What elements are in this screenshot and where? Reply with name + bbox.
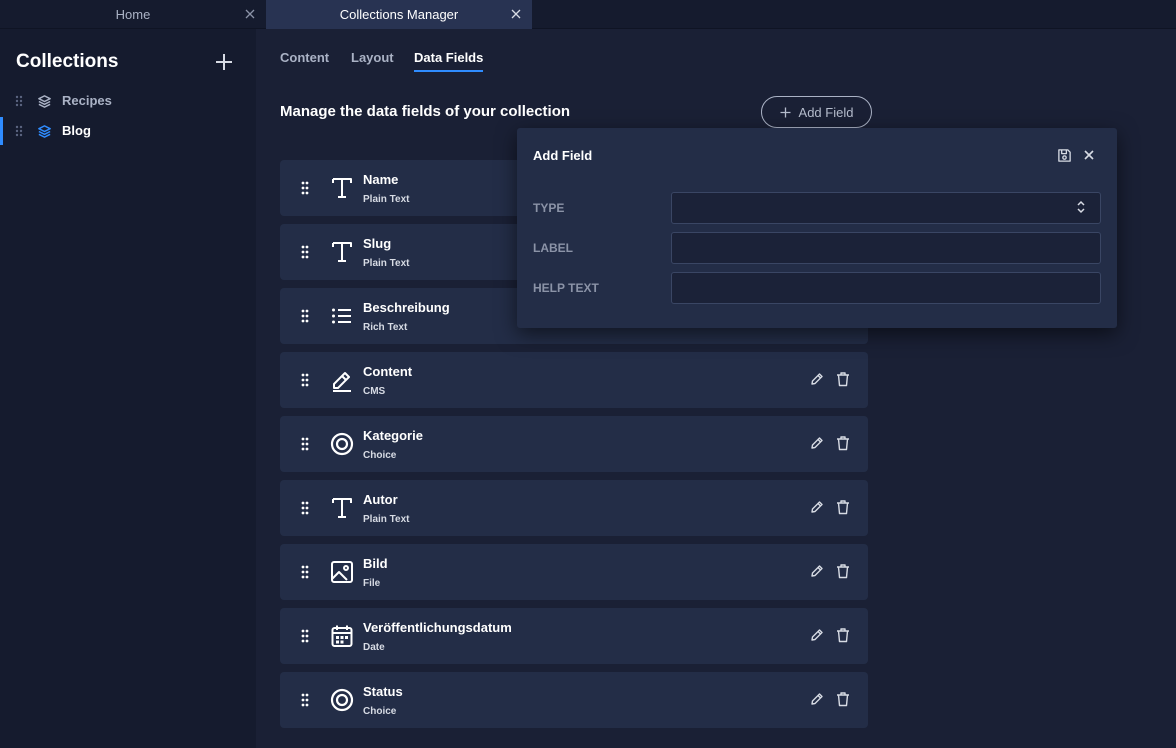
text-icon bbox=[330, 496, 354, 520]
calendar-icon bbox=[330, 624, 354, 648]
add-field-button[interactable]: Add Field bbox=[761, 96, 872, 128]
tab-data-fields[interactable]: Data Fields bbox=[414, 50, 484, 72]
sidebar: Collections Recipes Blog bbox=[0, 29, 256, 748]
drag-handle-icon[interactable] bbox=[301, 629, 309, 643]
field-row[interactable]: Veröffentlichungsdatum Date bbox=[280, 608, 868, 664]
edit-icon[interactable] bbox=[810, 692, 824, 706]
tab-layout[interactable]: Layout bbox=[351, 50, 394, 65]
edit-icon[interactable] bbox=[810, 372, 824, 386]
add-collection-icon[interactable] bbox=[214, 52, 234, 72]
trash-icon[interactable] bbox=[835, 627, 851, 643]
tab-collections-manager[interactable]: Collections Manager bbox=[266, 0, 532, 29]
edit-icon[interactable] bbox=[810, 500, 824, 514]
field-type: Plain Text bbox=[363, 514, 410, 525]
label-label: LABEL bbox=[533, 241, 573, 255]
trash-icon[interactable] bbox=[835, 371, 851, 387]
trash-icon[interactable] bbox=[835, 691, 851, 707]
layers-icon bbox=[38, 125, 51, 138]
edit-icon[interactable] bbox=[810, 564, 824, 578]
list-icon bbox=[330, 304, 354, 328]
type-select[interactable] bbox=[671, 192, 1101, 224]
pencil-icon bbox=[330, 368, 354, 392]
drag-handle-icon[interactable] bbox=[301, 693, 309, 707]
drag-handle-icon[interactable] bbox=[301, 181, 309, 195]
active-tab-underline bbox=[414, 70, 484, 72]
field-name: Status bbox=[363, 684, 403, 699]
target-icon bbox=[330, 688, 354, 712]
field-type: Plain Text bbox=[363, 194, 410, 205]
edit-icon[interactable] bbox=[810, 628, 824, 642]
text-icon bbox=[330, 176, 354, 200]
field-type: Choice bbox=[363, 450, 397, 461]
field-type: Plain Text bbox=[363, 258, 410, 269]
field-name: Autor bbox=[363, 492, 398, 507]
image-icon bbox=[330, 560, 354, 584]
edit-icon[interactable] bbox=[810, 436, 824, 450]
chevron-up-down-icon bbox=[1077, 200, 1085, 214]
field-type: CMS bbox=[363, 386, 386, 397]
drag-handle-icon[interactable] bbox=[301, 437, 309, 451]
field-row[interactable]: Kategorie Choice bbox=[280, 416, 868, 472]
field-name: Slug bbox=[363, 236, 392, 251]
sidebar-item-label: Recipes bbox=[62, 93, 112, 108]
trash-icon[interactable] bbox=[835, 499, 851, 515]
tab-content-label: Content bbox=[280, 50, 330, 65]
sidebar-item-recipes[interactable]: Recipes bbox=[0, 87, 256, 115]
drag-handle-icon[interactable] bbox=[301, 565, 309, 579]
tab-data-fields-label: Data Fields bbox=[414, 50, 484, 65]
tab-layout-label: Layout bbox=[351, 50, 394, 65]
layers-icon bbox=[38, 95, 51, 108]
tab-home[interactable]: Home bbox=[0, 0, 266, 29]
field-row[interactable]: Bild File bbox=[280, 544, 868, 600]
sidebar-item-label: Blog bbox=[62, 123, 91, 138]
drag-handle-icon[interactable] bbox=[301, 309, 309, 323]
drag-handle-icon[interactable] bbox=[301, 501, 309, 515]
field-name: Kategorie bbox=[363, 428, 423, 443]
field-type: Choice bbox=[363, 706, 397, 717]
close-icon[interactable] bbox=[244, 8, 256, 20]
drag-handle-icon[interactable] bbox=[15, 125, 23, 137]
type-label: TYPE bbox=[533, 201, 565, 215]
field-type: File bbox=[363, 578, 381, 589]
help-text-input[interactable] bbox=[671, 272, 1101, 304]
dialog-title: Add Field bbox=[533, 148, 593, 163]
field-type: Rich Text bbox=[363, 322, 408, 333]
help-text-label: HELP TEXT bbox=[533, 281, 599, 295]
tab-home-label: Home bbox=[115, 7, 151, 22]
tab-collections-manager-label: Collections Manager bbox=[339, 7, 459, 22]
label-input[interactable] bbox=[671, 232, 1101, 264]
sidebar-item-blog[interactable]: Blog bbox=[0, 117, 256, 145]
active-indicator bbox=[0, 117, 3, 145]
field-name: Content bbox=[363, 364, 413, 379]
add-field-label: Add Field bbox=[798, 104, 854, 120]
drag-handle-icon[interactable] bbox=[15, 95, 23, 107]
drag-handle-icon[interactable] bbox=[301, 373, 309, 387]
tab-bar: Home Collections Manager bbox=[0, 0, 1176, 29]
close-icon[interactable] bbox=[510, 8, 522, 20]
plus-icon bbox=[780, 107, 791, 117]
drag-handle-icon[interactable] bbox=[301, 245, 309, 259]
close-icon[interactable] bbox=[1083, 149, 1095, 161]
save-icon[interactable] bbox=[1057, 148, 1072, 163]
field-row[interactable]: Content CMS bbox=[280, 352, 868, 408]
trash-icon[interactable] bbox=[835, 563, 851, 579]
trash-icon[interactable] bbox=[835, 435, 851, 451]
field-name: Name bbox=[363, 172, 399, 187]
sidebar-title: Collections bbox=[16, 51, 119, 72]
field-name: Bild bbox=[363, 556, 388, 571]
add-field-dialog: Add Field TYPE LABEL HELP TEXT bbox=[517, 128, 1117, 328]
target-icon bbox=[330, 432, 354, 456]
field-row[interactable]: Status Choice bbox=[280, 672, 868, 728]
field-name: Beschreibung bbox=[363, 300, 450, 315]
field-name: Veröffentlichungsdatum bbox=[363, 620, 512, 635]
tab-content[interactable]: Content bbox=[280, 50, 329, 65]
field-type: Date bbox=[363, 642, 385, 653]
field-row[interactable]: Autor Plain Text bbox=[280, 480, 868, 536]
page-title: Manage the data fields of your collectio… bbox=[280, 103, 571, 120]
text-icon bbox=[330, 240, 354, 264]
